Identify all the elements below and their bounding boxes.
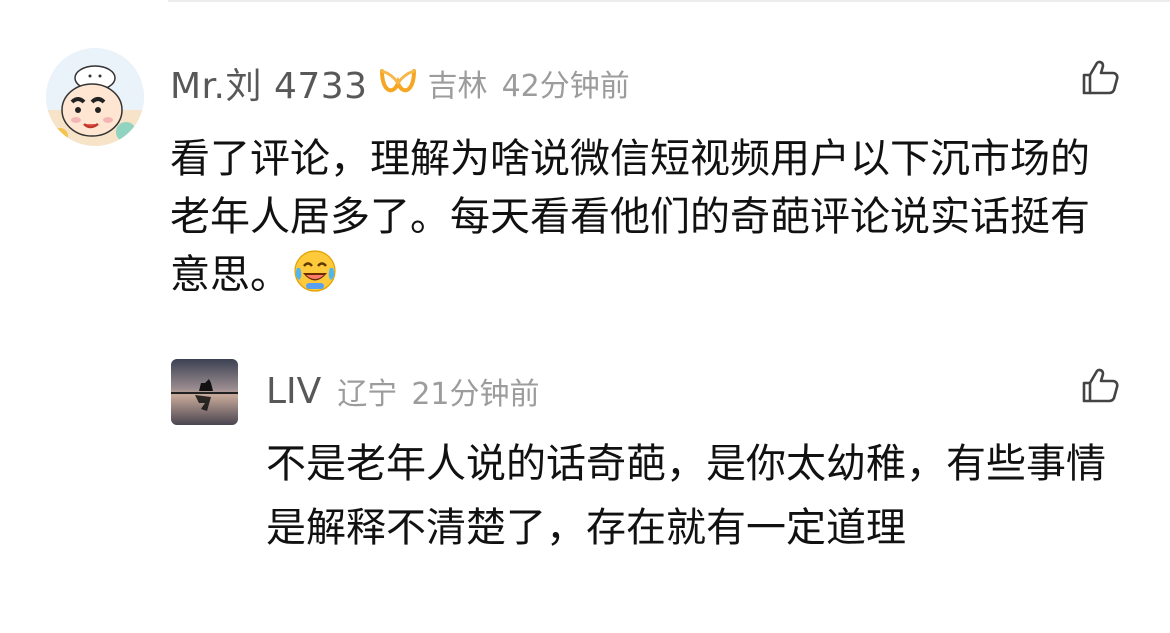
reply-location: 辽宁 xyxy=(337,377,398,412)
laughing-crying-emoji-icon xyxy=(292,248,338,294)
avatar[interactable] xyxy=(46,48,144,146)
reply-username[interactable]: LIV xyxy=(266,371,321,412)
username[interactable]: Mr.刘 4733 xyxy=(170,57,368,109)
reply-timestamp: 21分钟前 xyxy=(411,377,540,412)
comment-header: Mr.刘 4733 吉林 42分钟前 xyxy=(170,58,630,108)
reply-avatar-image xyxy=(171,359,238,425)
location: 吉林 xyxy=(427,69,488,104)
vip-badge-icon xyxy=(378,65,418,101)
comment-text: 看了评论，理解为啥说微信短视频用户以下沉市场的老年人居多了。每天看看他们的奇葩评… xyxy=(170,130,1100,304)
thumbs-up-icon[interactable] xyxy=(1080,58,1120,98)
timestamp: 42分钟前 xyxy=(501,69,630,104)
thumbs-up-icon[interactable] xyxy=(1080,366,1120,406)
reply-text: 不是老年人说的话奇葩，是你太幼稚，有些事情是解释不清楚了，存在就有一定道理 xyxy=(266,441,1106,551)
reply-header: LIV 辽宁 21分钟前 xyxy=(266,366,540,416)
reply-avatar[interactable] xyxy=(171,359,238,425)
top-divider xyxy=(168,0,1170,2)
avatar-image xyxy=(46,48,144,146)
